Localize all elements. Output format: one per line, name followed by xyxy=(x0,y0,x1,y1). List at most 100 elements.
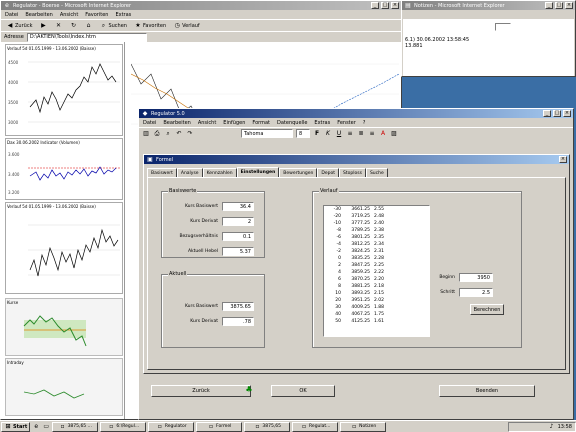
notepad-titlebar[interactable]: ▤ Notizen - Microsoft Internet Explorer … xyxy=(402,1,575,10)
menu-datenquelle[interactable]: Datenquelle xyxy=(277,120,307,126)
font-name-select[interactable]: Tahoma xyxy=(241,129,293,138)
schritt-input[interactable]: 2.5 xyxy=(459,288,493,297)
bezugsverhaeltnis-input[interactable]: 0.1 xyxy=(222,232,254,241)
refresh-button[interactable]: ↻ xyxy=(67,21,79,30)
font-size-select[interactable]: 8 xyxy=(296,129,310,138)
address-input[interactable]: D:\AKTIEN\Tools\Index.htm xyxy=(26,32,147,42)
kurs-basiswert-input[interactable]: 36.4 xyxy=(222,202,254,211)
taskbar-item[interactable]: ▫ 3875,65 ... xyxy=(52,421,99,432)
ie-quicklaunch-icon[interactable]: e xyxy=(32,423,40,431)
list-item[interactable]: 4 3859.25 2.22 xyxy=(324,269,429,276)
menu-extras[interactable]: Extras xyxy=(115,12,131,18)
menu-bearbeiten[interactable]: Bearbeiten xyxy=(163,120,190,126)
zurueck-button[interactable]: Zurück xyxy=(151,385,251,397)
preview-icon[interactable]: ⌕ xyxy=(164,130,172,138)
menu-fenster[interactable]: Fenster xyxy=(337,120,356,126)
history-button[interactable]: ◷ Verlauf xyxy=(171,21,202,30)
notepad-text-area[interactable]: 6.1) 30.06.2002 13:58:45 13.881 xyxy=(403,19,574,76)
fill-color-icon[interactable]: ▨ xyxy=(390,130,398,138)
menu-ansicht[interactable]: Ansicht xyxy=(198,120,216,126)
underline-icon[interactable]: U xyxy=(335,130,343,138)
font-color-icon[interactable]: A xyxy=(379,130,387,138)
redo-icon[interactable]: ↷ xyxy=(186,130,194,138)
maximize-button[interactable]: □ xyxy=(553,110,561,117)
list-item[interactable]: 6 3870.25 2.20 xyxy=(324,276,429,283)
print-icon[interactable]: ⎙ xyxy=(153,130,161,138)
menu-einfuegen[interactable]: Einfügen xyxy=(223,120,245,126)
search-button[interactable]: ⌕ Suchen xyxy=(97,21,129,30)
taskbar-item[interactable]: ▫ Notizen xyxy=(340,421,387,432)
back-button[interactable]: ◀ Zurück xyxy=(4,21,34,30)
chart-icon[interactable]: ▥ xyxy=(142,130,150,138)
favorites-button[interactable]: ★ Favoriten xyxy=(132,21,168,30)
start-button[interactable]: ⊞ Start xyxy=(1,421,31,432)
tab-kennzahlen[interactable]: Kennzahlen xyxy=(202,168,237,177)
hebel-input[interactable]: 5.37 xyxy=(222,247,254,256)
taskbar-item[interactable]: ▫ Regulator xyxy=(148,421,195,432)
list-item[interactable]: 8 3881.25 2.18 xyxy=(324,283,429,290)
menu-view[interactable]: Ansicht xyxy=(60,12,78,18)
beginn-input[interactable]: 3950 xyxy=(459,273,493,282)
beenden-button[interactable]: Beenden xyxy=(439,385,535,397)
list-item[interactable]: -6 3801.25 2.35 xyxy=(324,234,429,241)
menu-file[interactable]: Datei xyxy=(5,12,18,18)
close-button[interactable]: × xyxy=(563,110,571,117)
desktop-quicklaunch-icon[interactable]: ▭ xyxy=(42,423,50,431)
list-item[interactable]: 30 4009.25 1.88 xyxy=(324,304,429,311)
verlauf-list[interactable]: -30 3661.25 2.55 -20 3719.25 2.48 -10 3777.25 2.… xyxy=(323,205,430,337)
italic-icon[interactable]: K xyxy=(324,130,332,138)
tab-einstellungen[interactable]: Einstellungen xyxy=(236,167,280,177)
list-item[interactable]: 10 3893.25 2.15 xyxy=(324,290,429,297)
close-button[interactable]: × xyxy=(559,156,567,163)
align-left-icon[interactable]: ≡ xyxy=(346,130,354,138)
list-item[interactable]: -20 3719.25 2.48 xyxy=(324,213,429,220)
menu-format[interactable]: Format xyxy=(252,120,270,126)
taskbar-item[interactable]: ▫ Formel xyxy=(196,421,243,432)
list-item[interactable]: -8 3789.25 2.38 xyxy=(324,227,429,234)
taskbar-item[interactable]: ▫ Regulat... xyxy=(292,421,339,432)
close-button[interactable]: × xyxy=(391,2,399,9)
align-center-icon[interactable]: ≣ xyxy=(357,130,365,138)
menu-edit[interactable]: Bearbeiten xyxy=(25,12,52,18)
stop-button[interactable]: ✕ xyxy=(52,21,64,30)
tab-stoploss[interactable]: Stoploss xyxy=(339,168,366,177)
ie-titlebar[interactable]: e Regulator - Boerse - Microsoft Interne… xyxy=(1,1,401,10)
app-titlebar[interactable]: ◆ Regulator 5.0 _ □ × xyxy=(139,109,573,118)
list-item[interactable]: -4 3812.25 2.34 xyxy=(324,241,429,248)
list-item[interactable]: 40 4067.25 1.75 xyxy=(324,311,429,318)
bold-icon[interactable]: F xyxy=(313,130,321,138)
minimize-button[interactable]: _ xyxy=(543,110,551,117)
tab-basiswert[interactable]: Basiswert xyxy=(147,168,177,177)
align-right-icon[interactable]: ≡ xyxy=(368,130,376,138)
tab-analyse[interactable]: Analyse xyxy=(176,168,203,177)
dialog-titlebar[interactable]: ▣ Formel × xyxy=(144,155,569,164)
tab-suche[interactable]: Suche xyxy=(365,168,388,177)
forward-button[interactable]: ▶ xyxy=(37,21,49,30)
minimize-button[interactable]: _ xyxy=(371,2,379,9)
list-item[interactable]: 20 3951.25 2.02 xyxy=(324,297,429,304)
list-item[interactable]: 0 3835.25 2.28 xyxy=(324,255,429,262)
minimize-button[interactable]: _ xyxy=(545,2,553,9)
volume-icon[interactable]: ♪ xyxy=(548,423,556,431)
menu-favorites[interactable]: Favoriten xyxy=(85,12,108,18)
home-button[interactable]: ⌂ xyxy=(82,21,94,30)
menu-help[interactable]: ? xyxy=(363,120,366,126)
tab-depot[interactable]: Depot xyxy=(317,168,340,177)
aktuell-kurs-derivat-input[interactable]: .78 xyxy=(222,317,254,326)
list-item[interactable]: -2 3824.25 2.31 xyxy=(324,248,429,255)
close-button[interactable]: × xyxy=(565,2,573,9)
taskbar-item[interactable]: ▫ 6:\Regul... xyxy=(100,421,147,432)
list-item[interactable]: -10 3777.25 2.40 xyxy=(324,220,429,227)
taskbar-item[interactable]: ▫ 3875,65 xyxy=(244,421,291,432)
undo-icon[interactable]: ↶ xyxy=(175,130,183,138)
berechnen-button[interactable]: Berechnen xyxy=(470,304,504,315)
menu-extras[interactable]: Extras xyxy=(314,120,330,126)
menu-datei[interactable]: Datei xyxy=(143,120,156,126)
aktuell-kurs-basiswert-input[interactable]: 3875.65 xyxy=(222,302,254,311)
ok-button[interactable]: OK xyxy=(271,385,335,397)
tab-bewertungen[interactable]: Bewertungen xyxy=(279,168,318,177)
maximize-button[interactable]: □ xyxy=(381,2,389,9)
list-item[interactable]: 2 3847.25 2.25 xyxy=(324,262,429,269)
maximize-button[interactable]: □ xyxy=(555,2,563,9)
kurs-derivat-input[interactable]: 2 xyxy=(222,217,254,226)
